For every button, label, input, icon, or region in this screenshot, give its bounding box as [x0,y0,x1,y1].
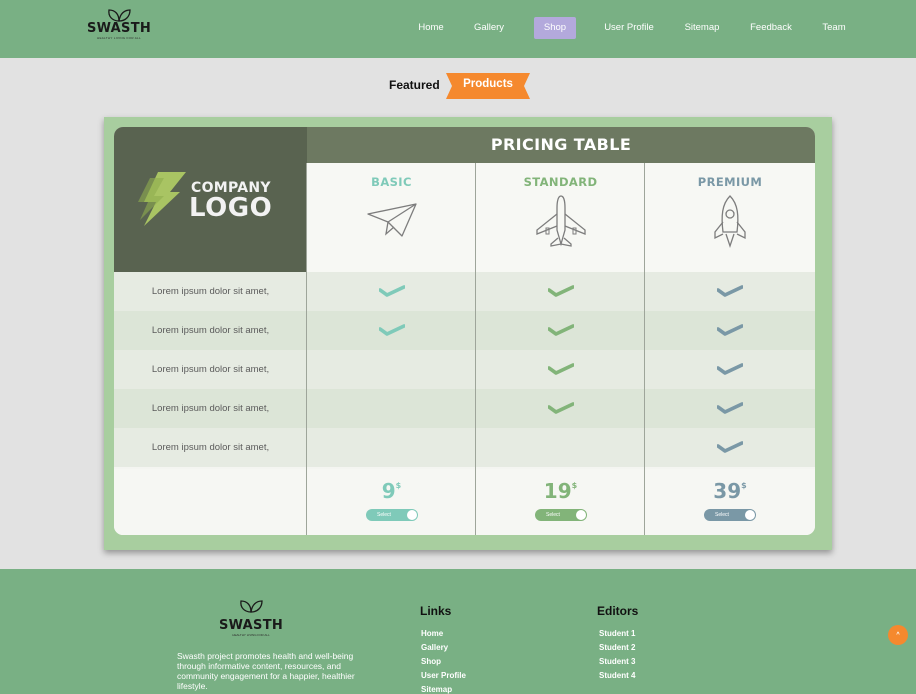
section-title-prefix: Featured [389,78,440,92]
feature-label: Lorem ipsum dolor sit amet, [151,403,270,414]
plan-column-basic: BASIC [307,163,476,272]
check-icon [717,285,743,297]
feature-row: Lorem ipsum dolor sit amet, [114,389,815,428]
check-icon [379,285,405,297]
check-icon [717,363,743,375]
footer-editor: Student 3 [599,657,636,666]
column-divider [306,163,307,535]
lightning-bolt-icon [138,172,186,226]
footer-logo: SWASTH HEALTHY LIVING FOR ALL [215,599,287,637]
plan-price-basic: 9$ [381,479,402,503]
plan-column-premium: PREMIUM [645,163,815,272]
nav-home[interactable]: Home [412,17,450,39]
section-title-highlight: Products [463,78,513,90]
plan-name: STANDARD [523,175,598,189]
feature-label: Lorem ipsum dolor sit amet, [151,325,270,336]
leaf-icon [240,600,263,613]
footer-brand: SWASTH [218,618,284,633]
pricing-card: COMPANY LOGO PRICING TABLE BASIC STANDAR… [114,127,815,535]
paper-plane-icon [307,200,476,245]
nav-team[interactable]: Team [818,17,850,39]
check-icon [717,441,743,453]
section-title-ribbon: Products [446,73,530,99]
pricing-table-image: COMPANY LOGO PRICING TABLE BASIC STANDAR… [104,117,832,550]
nav-sitemap[interactable]: Sitemap [680,17,724,39]
feature-label: Lorem ipsum dolor sit amet, [151,442,270,453]
back-to-top-button[interactable]: ^ [888,625,908,645]
footer-editor: Student 1 [599,629,636,638]
feature-row: Lorem ipsum dolor sit amet, [114,272,815,311]
feature-row: Lorem ipsum dolor sit amet, [114,311,815,350]
plan-column-standard: STANDARD [476,163,645,272]
feature-label: Lorem ipsum dolor sit amet, [151,286,270,297]
check-icon [717,324,743,336]
footer-links-heading: Links [420,604,452,618]
pricing-table-title: PRICING TABLE [307,127,815,163]
footer-link-sitemap[interactable]: Sitemap [421,685,452,694]
plan-price-premium: 39$ [713,479,747,503]
nav-feedback[interactable]: Feedback [744,17,798,39]
footer-editor: Student 2 [599,643,636,652]
footer-link-user-profile[interactable]: User Profile [421,671,466,680]
check-icon [548,363,574,375]
footer-tagline: HEALTHY LIVING FOR ALL [232,633,270,637]
feature-row: Lorem ipsum dolor sit amet, [114,350,815,389]
footer-link-gallery[interactable]: Gallery [421,643,448,652]
main-nav: Home Gallery Shop User Profile Sitemap F… [0,17,916,39]
footer-link-shop[interactable]: Shop [421,657,441,666]
nav-user-profile[interactable]: User Profile [599,17,659,39]
select-button-basic[interactable]: Select [366,509,418,521]
site-header: SWASTH HEALTHY LIVING FOR ALL Home Galle… [0,0,916,58]
plan-name: PREMIUM [697,175,763,189]
footer-link-home[interactable]: Home [421,629,443,638]
check-icon [548,285,574,297]
nav-shop[interactable]: Shop [534,17,576,39]
footer-editor: Student 4 [599,671,636,680]
column-divider [644,163,645,535]
check-icon [717,402,743,414]
plan-price-standard: 19$ [543,479,578,503]
check-icon [379,324,405,336]
price-row: 9$ 19$ 39$ Select Select Select [114,469,815,535]
check-icon [548,402,574,414]
column-divider [475,163,476,535]
plan-name: BASIC [371,175,412,189]
feature-label: Lorem ipsum dolor sit amet, [151,364,270,375]
logo-line2: LOGO [189,193,273,223]
airplane-icon [476,195,645,255]
select-button-standard[interactable]: Select [535,509,587,521]
rocket-icon [645,195,815,255]
company-logo-block: COMPANY LOGO [114,127,307,272]
footer-description: Swasth project promotes health and well-… [177,651,355,691]
nav-gallery[interactable]: Gallery [470,17,508,39]
feature-row: Lorem ipsum dolor sit amet, [114,428,815,467]
select-button-premium[interactable]: Select [704,509,756,521]
footer-editors-heading: Editors [597,604,639,618]
check-icon [548,324,574,336]
site-footer: SWASTH HEALTHY LIVING FOR ALL Swasth pro… [0,569,916,694]
